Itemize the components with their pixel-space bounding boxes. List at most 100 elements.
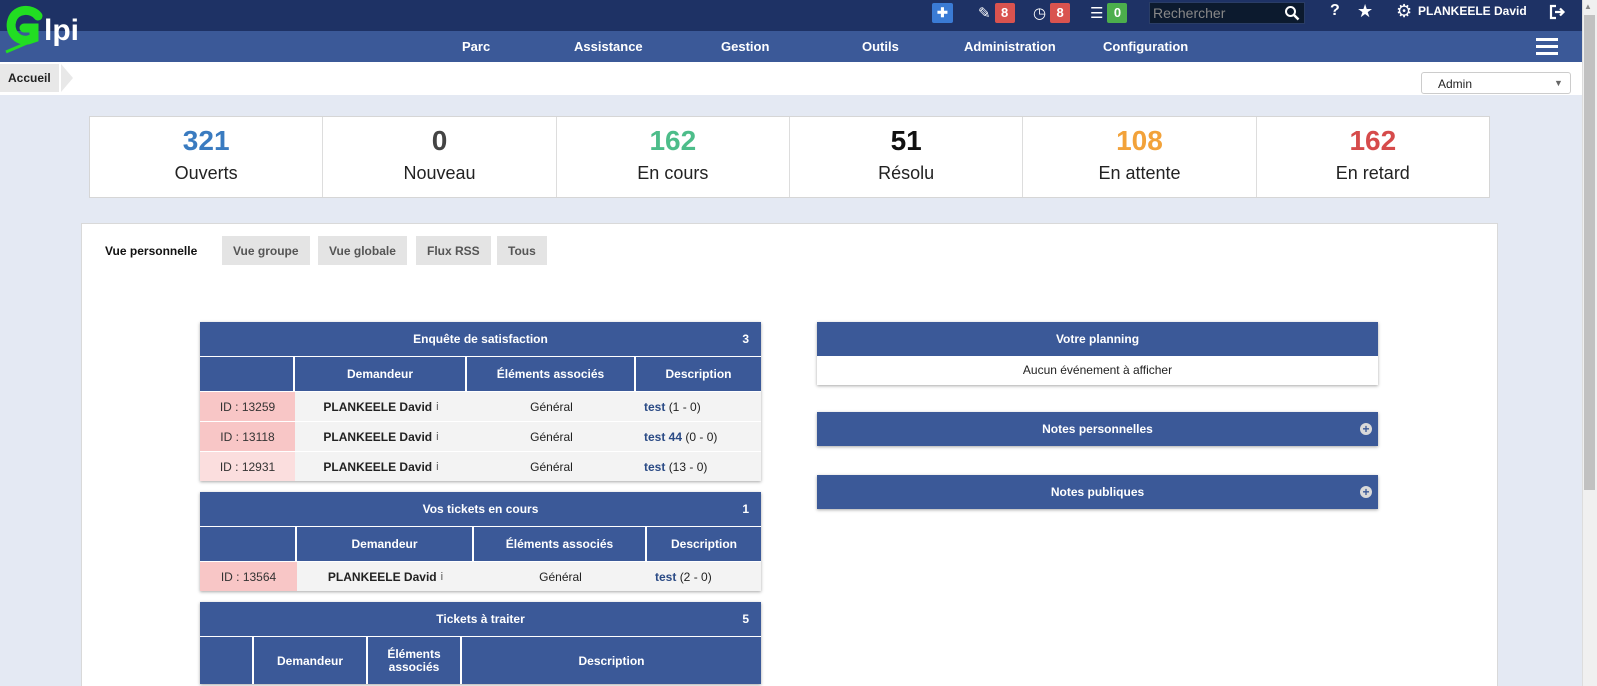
description-cell: test (2 - 0)	[647, 562, 761, 591]
gear-icon[interactable]: ⚙	[1396, 1, 1412, 22]
planning-empty-message: Aucun événement à afficher	[1022, 363, 1173, 377]
menu-configuration[interactable]: Configuration	[1103, 39, 1188, 54]
requester-name[interactable]: PLANKEELE David	[323, 460, 432, 474]
column-header-items[interactable]: Éléments associés	[467, 357, 634, 391]
stat-waiting[interactable]: 108 En attente	[1023, 117, 1257, 197]
user-name-link[interactable]: PLANKEELE David	[1418, 4, 1527, 18]
personal-notes-box[interactable]: Notes personnelles +	[817, 412, 1378, 446]
table-row[interactable]: ID : 13259 PLANKEELE David i Général test…	[200, 391, 761, 421]
breadcrumb-bar	[0, 62, 1582, 95]
add-circle-icon[interactable]: +	[1360, 423, 1372, 435]
box-count: 3	[742, 332, 749, 346]
planning-button[interactable]: ◷ 8	[1033, 3, 1071, 23]
planning-box: Votre planning Aucun événement à affiche…	[817, 322, 1378, 385]
requester-name[interactable]: PLANKEELE David	[328, 570, 437, 584]
breadcrumb-home[interactable]: Accueil	[0, 64, 59, 92]
requester-name[interactable]: PLANKEELE David	[323, 430, 432, 444]
stat-in-progress[interactable]: 162 En cours	[557, 117, 790, 197]
column-header-id	[200, 357, 293, 391]
description-cell: test 44 (0 - 0)	[636, 422, 761, 451]
tab-global-view[interactable]: Vue globale	[318, 236, 407, 265]
requester-cell: PLANKEELE David i	[297, 562, 474, 591]
ticket-counts: (1 - 0)	[668, 399, 701, 414]
ticket-id[interactable]: ID : 12931	[200, 452, 295, 481]
search-input[interactable]: Rechercher	[1149, 2, 1305, 24]
tab-rss[interactable]: Flux RSS	[416, 236, 491, 265]
box-title[interactable]: Enquête de satisfaction 3	[200, 322, 761, 356]
clock-icon: ◷	[1033, 5, 1047, 22]
svg-text:lpi: lpi	[44, 14, 79, 47]
stat-label: En retard	[1335, 163, 1410, 183]
tickets-button[interactable]: ✎ 8	[978, 3, 1015, 23]
ticket-stats: 321 Ouverts 0 Nouveau 162 En cours 51 Ré…	[89, 116, 1490, 198]
profile-select[interactable]: Admin	[1421, 72, 1571, 94]
table-row[interactable]: ID : 12931 PLANKEELE David i Général test…	[200, 451, 761, 481]
associated-items: Général	[539, 569, 582, 584]
logout-icon[interactable]	[1548, 3, 1566, 21]
column-header-requester[interactable]: Demandeur	[254, 637, 366, 684]
column-header-items[interactable]: Éléments associés	[474, 527, 645, 561]
info-icon[interactable]: i	[436, 431, 438, 443]
ticket-id[interactable]: ID : 13118	[200, 422, 295, 451]
tab-all[interactable]: Tous	[497, 236, 547, 265]
satisfaction-box: Enquête de satisfaction 3 Demandeur Élém…	[200, 322, 761, 481]
public-notes-box[interactable]: Notes publiques +	[817, 475, 1378, 509]
help-icon[interactable]: ?	[1330, 2, 1340, 20]
table-row[interactable]: ID : 13118 PLANKEELE David i Général test…	[200, 421, 761, 451]
scroll-up-arrow-icon[interactable]: ▲	[1584, 2, 1592, 11]
add-circle-icon[interactable]: +	[1360, 486, 1372, 498]
stat-solved[interactable]: 51 Résolu	[790, 117, 1024, 197]
search-icon[interactable]	[1284, 5, 1300, 21]
box-count: 5	[742, 612, 749, 626]
table-header: Demandeur Éléments associés Description	[200, 526, 761, 561]
ticket-link[interactable]: test	[644, 400, 665, 414]
column-header-items[interactable]: Éléments associés	[368, 637, 460, 684]
chevron-down-icon[interactable]: ▼	[1554, 78, 1563, 88]
personal-notes-header[interactable]: Notes personnelles +	[817, 412, 1378, 446]
ticket-link[interactable]: test 44	[644, 430, 682, 444]
table-row[interactable]: ID : 13564 PLANKEELE David i Général test…	[200, 561, 761, 591]
planning-title[interactable]: Votre planning	[817, 322, 1378, 356]
tab-personal-view[interactable]: Vue personnelle	[94, 236, 209, 265]
star-icon[interactable]: ★	[1357, 1, 1373, 22]
menu-gestion[interactable]: Gestion	[721, 39, 769, 54]
requester-cell: PLANKEELE David i	[295, 422, 467, 451]
hamburger-menu-icon[interactable]	[1536, 38, 1558, 56]
ticket-id[interactable]: ID : 13564	[200, 562, 297, 591]
ticket-id[interactable]: ID : 13259	[200, 392, 295, 421]
stat-label: Résolu	[878, 163, 935, 183]
ticket-link[interactable]: test	[655, 570, 676, 584]
stat-label: En attente	[1098, 163, 1181, 183]
list-button[interactable]: ☰ 0	[1090, 3, 1128, 23]
ticket-link[interactable]: test	[644, 460, 665, 474]
menu-parc[interactable]: Parc	[462, 39, 490, 54]
glpi-logo[interactable]: lpi	[4, 2, 104, 54]
public-notes-title: Notes publiques	[1050, 485, 1145, 499]
column-header-requester[interactable]: Demandeur	[295, 357, 465, 391]
requester-name[interactable]: PLANKEELE David	[323, 400, 432, 414]
box-title[interactable]: Tickets à traiter 5	[200, 602, 761, 636]
menu-outils[interactable]: Outils	[862, 39, 899, 54]
stat-new[interactable]: 0 Nouveau	[323, 117, 557, 197]
box-title-text: Vos tickets en cours	[422, 502, 539, 516]
ticket-icon: ✎	[978, 5, 991, 22]
info-icon[interactable]: i	[436, 461, 438, 473]
public-notes-header[interactable]: Notes publiques +	[817, 475, 1378, 509]
stat-late[interactable]: 162 En retard	[1257, 117, 1489, 197]
scrollbar-thumb[interactable]	[1584, 15, 1595, 490]
info-icon[interactable]: i	[436, 401, 438, 413]
info-icon[interactable]: i	[441, 571, 443, 583]
description-cell: test (1 - 0)	[636, 392, 761, 421]
table-header: Demandeur Éléments associés Description	[200, 356, 761, 391]
column-header-description[interactable]: Description	[462, 637, 761, 684]
menu-administration[interactable]: Administration	[964, 39, 1056, 54]
menu-assistance[interactable]: Assistance	[574, 39, 643, 54]
box-title[interactable]: Vos tickets en cours 1	[200, 492, 761, 526]
add-button[interactable]: ✚	[932, 3, 953, 23]
column-header-requester[interactable]: Demandeur	[297, 527, 472, 561]
tab-group-view[interactable]: Vue groupe	[222, 236, 310, 265]
table-header: Demandeur Éléments associés Description	[200, 636, 761, 684]
column-header-description[interactable]: Description	[647, 527, 761, 561]
stat-open[interactable]: 321 Ouverts	[90, 117, 324, 197]
column-header-description[interactable]: Description	[636, 357, 761, 391]
